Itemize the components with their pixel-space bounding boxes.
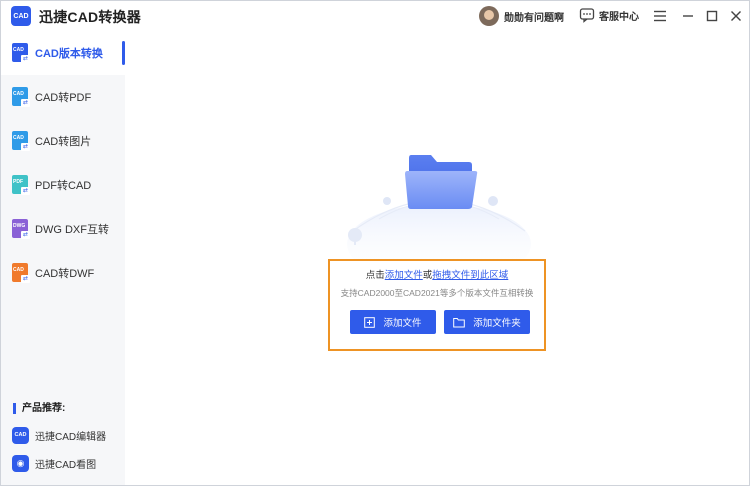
user-name[interactable]: 勋勋有问题啊 [504,9,564,24]
sidebar-item-cad-to-dwf[interactable]: CAD ⇄ CAD转DWF [1,251,125,295]
sidebar-item-label: DWG DXF互转 [35,224,109,236]
close-button[interactable] [727,7,745,25]
maximize-button[interactable] [703,7,721,25]
title-bar: CAD 迅捷CAD转换器 勋勋有问题啊 客服中心 [1,1,749,31]
folder-icon [453,317,466,327]
chat-bubble-icon [579,8,595,23]
minimize-icon [683,15,693,17]
recommend-cad-viewer[interactable]: ◉ 迅捷CAD看图 [12,453,124,473]
close-icon [731,11,741,21]
sidebar-item-cad-version-convert[interactable]: CAD ⇄ CAD版本转换 [1,31,125,75]
sidebar-item-label: CAD版本转换 [35,48,103,60]
sidebar-item-label: CAD转PDF [35,92,92,104]
cad-file-icon: CAD ⇄ [12,263,30,283]
app-title: 迅捷CAD转换器 [39,9,141,25]
sidebar-item-cad-to-pdf[interactable]: CAD ⇄ CAD转PDF [1,75,125,119]
minimize-button[interactable] [679,7,697,25]
recommend-label: 迅捷CAD看图 [35,459,97,471]
recommend-label: 迅捷CAD编辑器 [35,431,107,443]
app-logo-icon: CAD [11,6,31,26]
sidebar: CAD ⇄ CAD版本转换 CAD ⇄ CAD转PDF CAD ⇄ CAD转图片 [1,31,125,485]
menu-button[interactable] [651,7,669,25]
sidebar-item-dwg-dxf-convert[interactable]: DWG ⇄ DWG DXF互转 [1,207,125,251]
drop-hint: 点击添加文件或拖拽文件到此区域 [365,270,509,281]
add-folder-button[interactable]: 添加文件夹 [444,310,530,334]
dwg-file-icon: DWG ⇄ [12,219,30,239]
sidebar-item-pdf-to-cad[interactable]: PDF ⇄ PDF转CAD [1,163,125,207]
folder-illustration-icon [347,155,531,259]
add-file-icon [364,316,376,328]
cad-viewer-icon: ◉ [12,454,29,472]
recommend-title: 产品推荐: [13,403,65,414]
sidebar-item-label: CAD转DWF [35,268,95,280]
supported-versions-text: 支持CAD2000至CAD2021等多个版本文件互相转换 [340,288,534,298]
file-drop-zone[interactable]: 点击添加文件或拖拽文件到此区域 支持CAD2000至CAD2021等多个版本文件… [328,259,546,351]
add-file-button[interactable]: 添加文件 [350,310,436,334]
sidebar-item-cad-to-image[interactable]: CAD ⇄ CAD转图片 [1,119,125,163]
recommend-cad-editor[interactable]: CAD 迅捷CAD编辑器 [12,425,124,445]
cad-file-icon: CAD ⇄ [12,131,30,151]
add-folder-label: 添加文件夹 [473,318,521,329]
customer-service-label[interactable]: 客服中心 [599,8,639,23]
drag-files-link[interactable]: 拖拽文件到此区域 [432,270,508,281]
cad-file-icon: CAD ⇄ [12,87,30,107]
customer-service-button[interactable]: 客服中心 [579,7,639,23]
add-file-link[interactable]: 添加文件 [385,270,423,281]
pdf-file-icon: PDF ⇄ [12,175,30,195]
cad-file-icon: CAD ⇄ [12,43,30,63]
maximize-icon [706,10,718,22]
main-panel: 点击添加文件或拖拽文件到此区域 支持CAD2000至CAD2021等多个版本文件… [125,31,749,485]
hamburger-menu-icon [654,10,666,22]
sidebar-item-label: CAD转图片 [35,136,92,148]
avatar[interactable] [479,6,499,26]
sidebar-item-label: PDF转CAD [35,180,92,192]
user-account[interactable]: 勋勋有问题啊 [479,5,564,27]
cad-editor-icon: CAD [12,426,29,444]
add-file-label: 添加文件 [383,318,422,329]
app-window: CAD 迅捷CAD转换器 勋勋有问题啊 客服中心 CAD ⇄ CAD版本转换 C… [0,0,750,486]
